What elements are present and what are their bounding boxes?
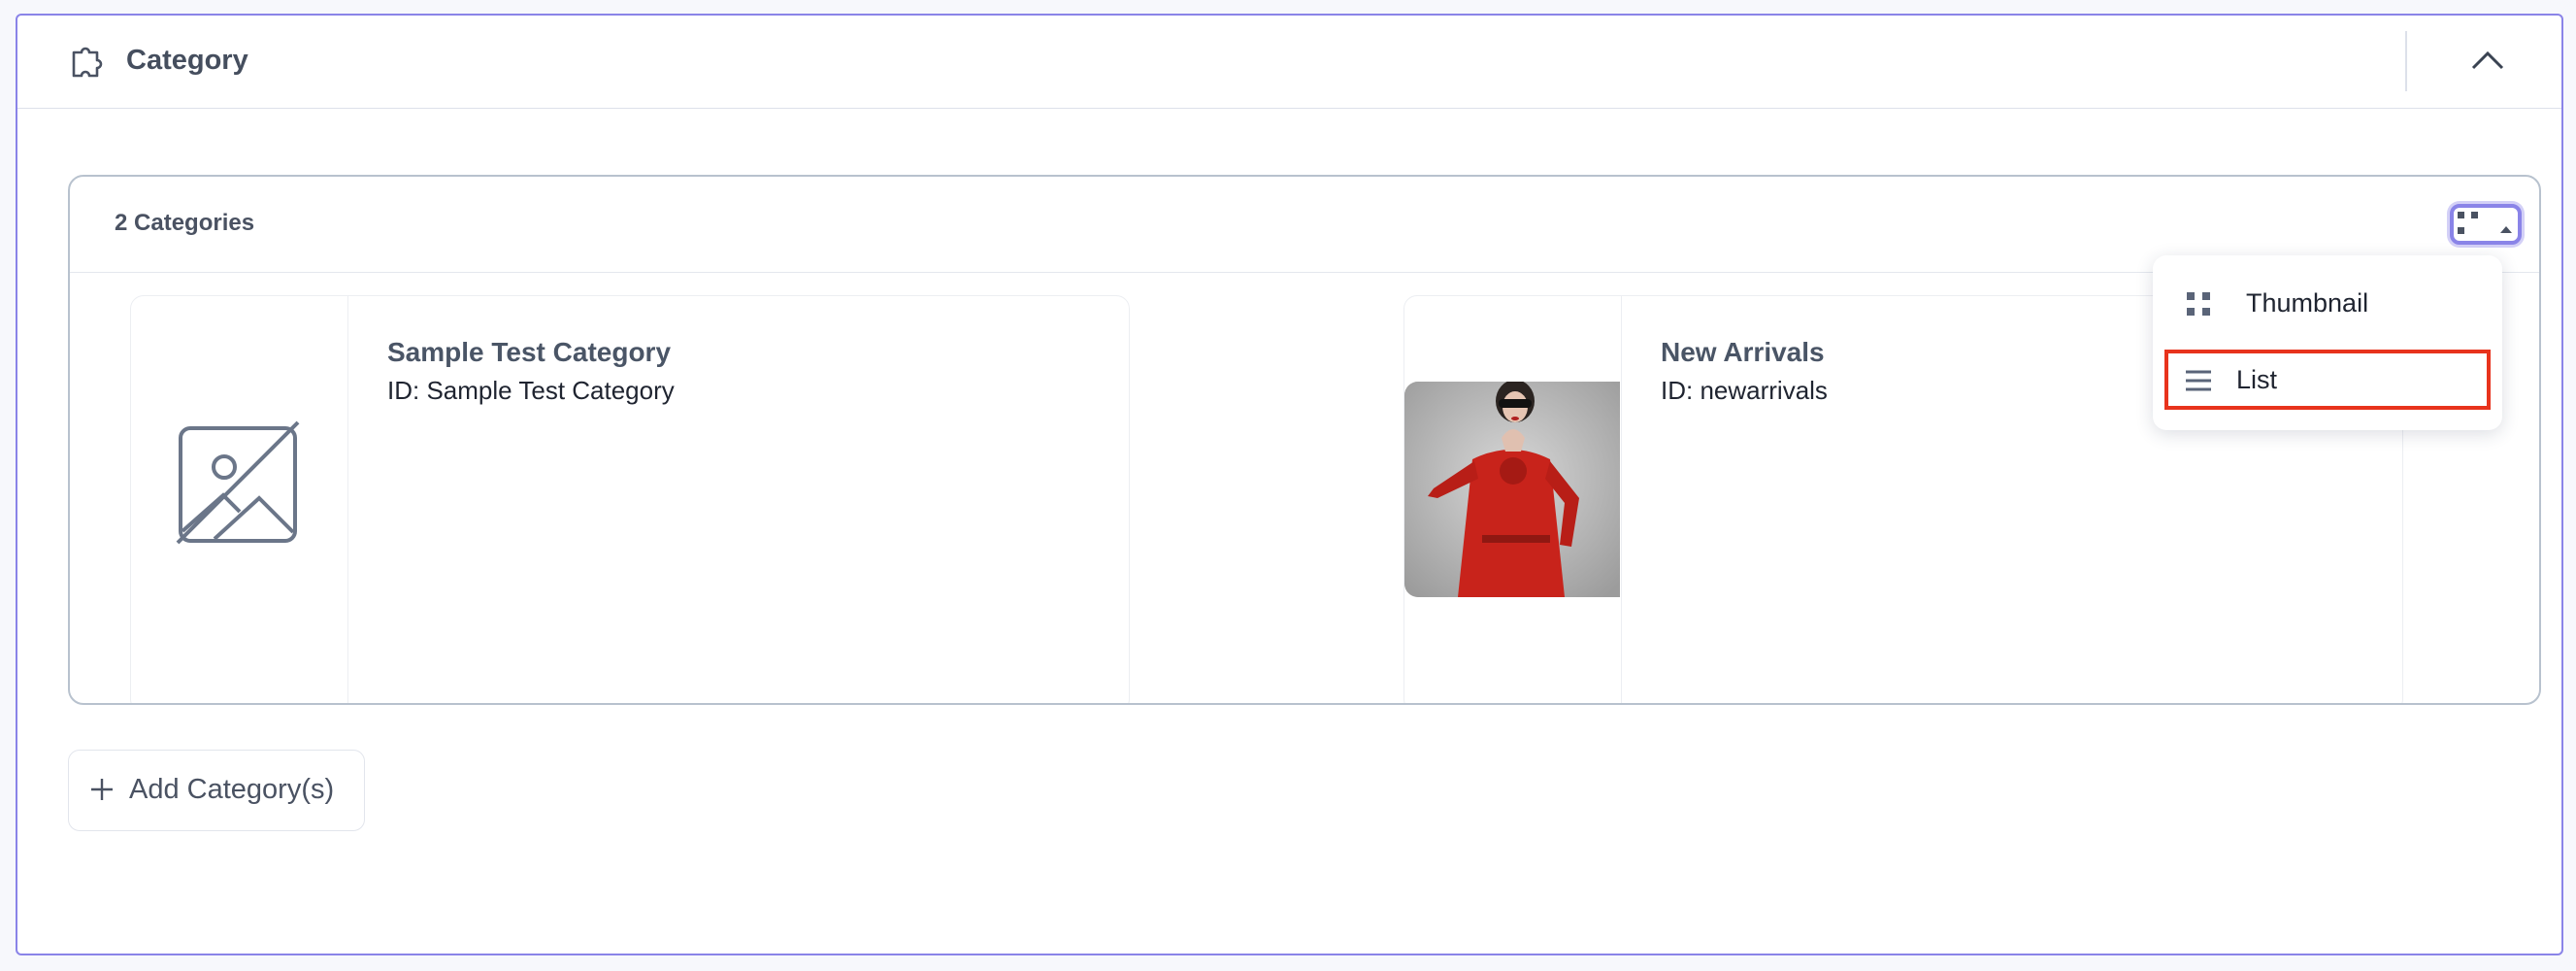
card-thumbnail [1404, 296, 1622, 703]
category-name: Sample Test Category [387, 337, 672, 367]
category-id: ID: Sample Test Category [387, 376, 675, 405]
category-count: 2 Categories [115, 210, 255, 236]
grid-view-icon [2458, 212, 2512, 234]
card-thumbnail [131, 296, 348, 703]
chevron-up-icon [2471, 50, 2504, 70]
categories-box: 2 Categories Sample Test Category ID: Sa… [68, 175, 2541, 705]
plus-icon [91, 779, 113, 800]
view-menu-item-list[interactable]: List [2164, 350, 2491, 410]
view-menu-label: List [2236, 365, 2278, 394]
panel-title: Category [126, 45, 248, 76]
category-card[interactable]: Sample Test Category ID: Sample Test Cat… [130, 295, 1130, 703]
category-panel: Category 2 Categories Sample Test Catego… [16, 14, 2563, 955]
collapse-button[interactable] [2461, 37, 2514, 85]
category-name: New Arrivals [1661, 337, 1825, 367]
puzzle-icon [72, 47, 103, 78]
add-category-button[interactable]: Add Category(s) [68, 750, 365, 831]
image-placeholder-icon [176, 420, 300, 545]
category-photo [1404, 382, 1620, 597]
view-menu-label: Thumbnail [2246, 288, 2369, 318]
list-icon [2186, 370, 2211, 391]
view-menu-item-thumbnail[interactable]: Thumbnail [2164, 273, 2491, 333]
view-menu: Thumbnail List [2153, 255, 2502, 430]
view-toggle-button[interactable] [2450, 204, 2522, 245]
header-divider [2405, 31, 2407, 91]
add-category-label: Add Category(s) [129, 774, 335, 805]
category-id: ID: newarrivals [1661, 376, 1828, 405]
panel-header[interactable]: Category [17, 16, 2561, 109]
grid-icon [2187, 292, 2210, 316]
